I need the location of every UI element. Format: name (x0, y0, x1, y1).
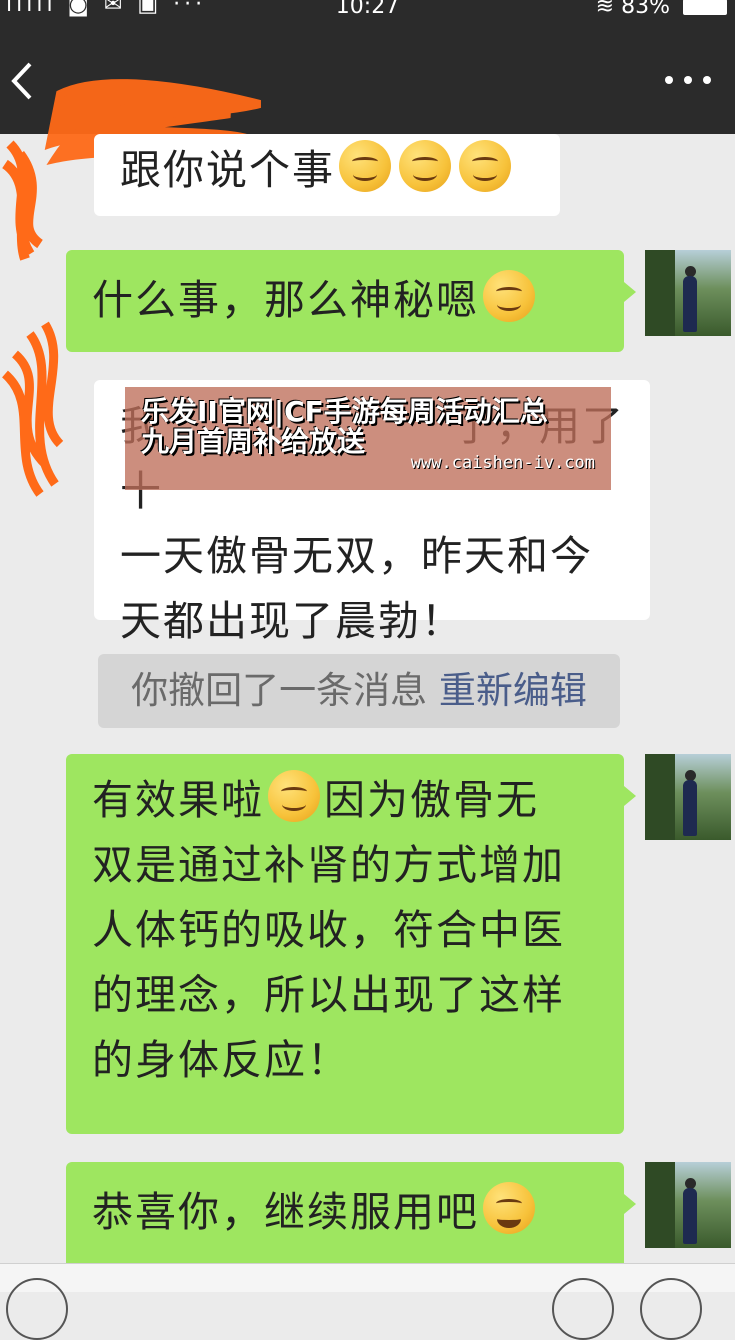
message-line: 天都出现了晨勃！ (120, 597, 464, 645)
message-bubble-right[interactable]: 恭喜你，继续服用吧 (66, 1162, 636, 1272)
message-line: 有效果啦 因为傲骨无 (92, 768, 624, 833)
recall-text: 你撤回了一条消息 (131, 669, 428, 712)
add-icon[interactable] (640, 1278, 702, 1340)
chat-area: 跟你说个事 什么事，那么神秘嗯 我了，用了十 一天傲骨无双，昨天和今 天都出现了… (0, 134, 735, 1272)
message-text: 什么事，那么神秘嗯 (92, 276, 479, 324)
chat-header (0, 24, 735, 165)
status-bar: ıllll ◙ ✉ ▣ ··· 10:27 ≋ 83% (0, 0, 735, 24)
wifi-icon: ≋ (595, 0, 615, 19)
emoji-icon[interactable] (552, 1278, 614, 1340)
message-line: 双是通过补肾的方式增加 (92, 841, 565, 889)
more-dots-icon[interactable] (663, 68, 713, 92)
message-line: 人体钙的吸收，符合中医 (92, 906, 565, 954)
smile-emoji-icon (459, 140, 511, 192)
recall-notice: 你撤回了一条消息 重新编辑 (98, 654, 620, 728)
voice-icon[interactable] (6, 1278, 68, 1340)
watermark-url: www.caishen-iv.com (410, 453, 595, 473)
re-edit-link[interactable]: 重新编辑 (439, 669, 587, 712)
smile-emoji-icon (268, 770, 320, 822)
avatar[interactable] (645, 250, 731, 336)
smile-emoji-icon (399, 140, 451, 192)
message-bubble-right[interactable]: 有效果啦 因为傲骨无 双是通过补肾的方式增加 人体钙的吸收，符合中医 的理念，所以… (66, 754, 636, 1134)
message-line: 的理念，所以出现了这样 (92, 971, 565, 1019)
message-text: 恭喜你，继续服用吧 (92, 1188, 479, 1236)
status-right: ≋ 83% (596, 0, 727, 19)
grin-emoji-icon (483, 1182, 535, 1234)
message-line: 的身体反应！ (92, 1036, 350, 1084)
avatar[interactable] (645, 754, 731, 840)
message-bubble-right[interactable]: 什么事，那么神秘嗯 (66, 250, 636, 352)
watermark-banner: 乐发II官网|CF手游每周活动汇总 九月首周补给放送 www.caishen-i… (125, 387, 611, 490)
message-bubble-left[interactable]: 跟你说个事 (94, 134, 560, 216)
input-bar (0, 1263, 735, 1340)
message-line: 一天傲骨无双，昨天和今 (120, 532, 593, 580)
watermark-title: 乐发II官网|CF手游每周活动汇总 九月首周补给放送 (141, 395, 548, 458)
message-text: 跟你说个事 (120, 146, 335, 194)
smile-emoji-icon (339, 140, 391, 192)
battery-icon (683, 0, 727, 15)
avatar[interactable] (645, 1162, 731, 1248)
battery-percent: 83% (621, 0, 670, 19)
smile-emoji-icon (483, 270, 535, 322)
